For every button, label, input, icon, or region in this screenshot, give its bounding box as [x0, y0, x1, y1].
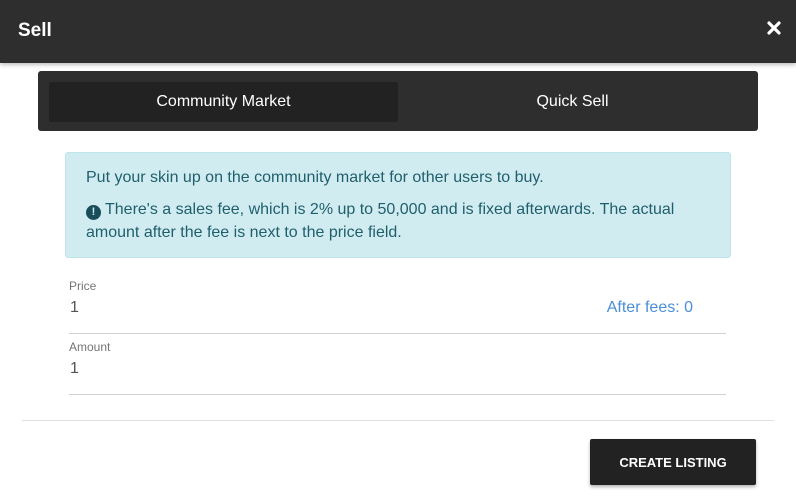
- amount-label: Amount: [69, 340, 111, 354]
- info-description: Put your skin up on the community market…: [86, 169, 544, 186]
- price-field[interactable]: Price 1 After fees: 0: [69, 278, 726, 334]
- price-label: Price: [69, 279, 97, 293]
- sell-mode-tabs: Community Market Quick Sell: [38, 71, 758, 131]
- close-button[interactable]: [763, 17, 785, 39]
- exclamation-circle-icon: !: [86, 205, 101, 220]
- close-icon: [767, 21, 781, 35]
- amount-input[interactable]: 1: [70, 360, 79, 378]
- price-input[interactable]: 1: [70, 299, 79, 317]
- dialog-header: Sell: [0, 0, 796, 63]
- tab-quick-sell[interactable]: Quick Sell: [398, 82, 747, 122]
- fee-notice-text: There's a sales fee, which is 2% up to 5…: [86, 201, 675, 241]
- footer-divider: [22, 420, 774, 421]
- dialog-title: Sell: [18, 20, 52, 41]
- info-alert: Put your skin up on the community market…: [65, 152, 731, 258]
- tab-community-market[interactable]: Community Market: [49, 82, 398, 122]
- fee-notice: ! There's a sales fee, which is 2% up to …: [86, 198, 706, 244]
- create-listing-button[interactable]: CREATE LISTING: [590, 439, 756, 485]
- amount-field[interactable]: Amount 1: [69, 339, 726, 395]
- after-fees-text: After fees: 0: [606, 299, 693, 316]
